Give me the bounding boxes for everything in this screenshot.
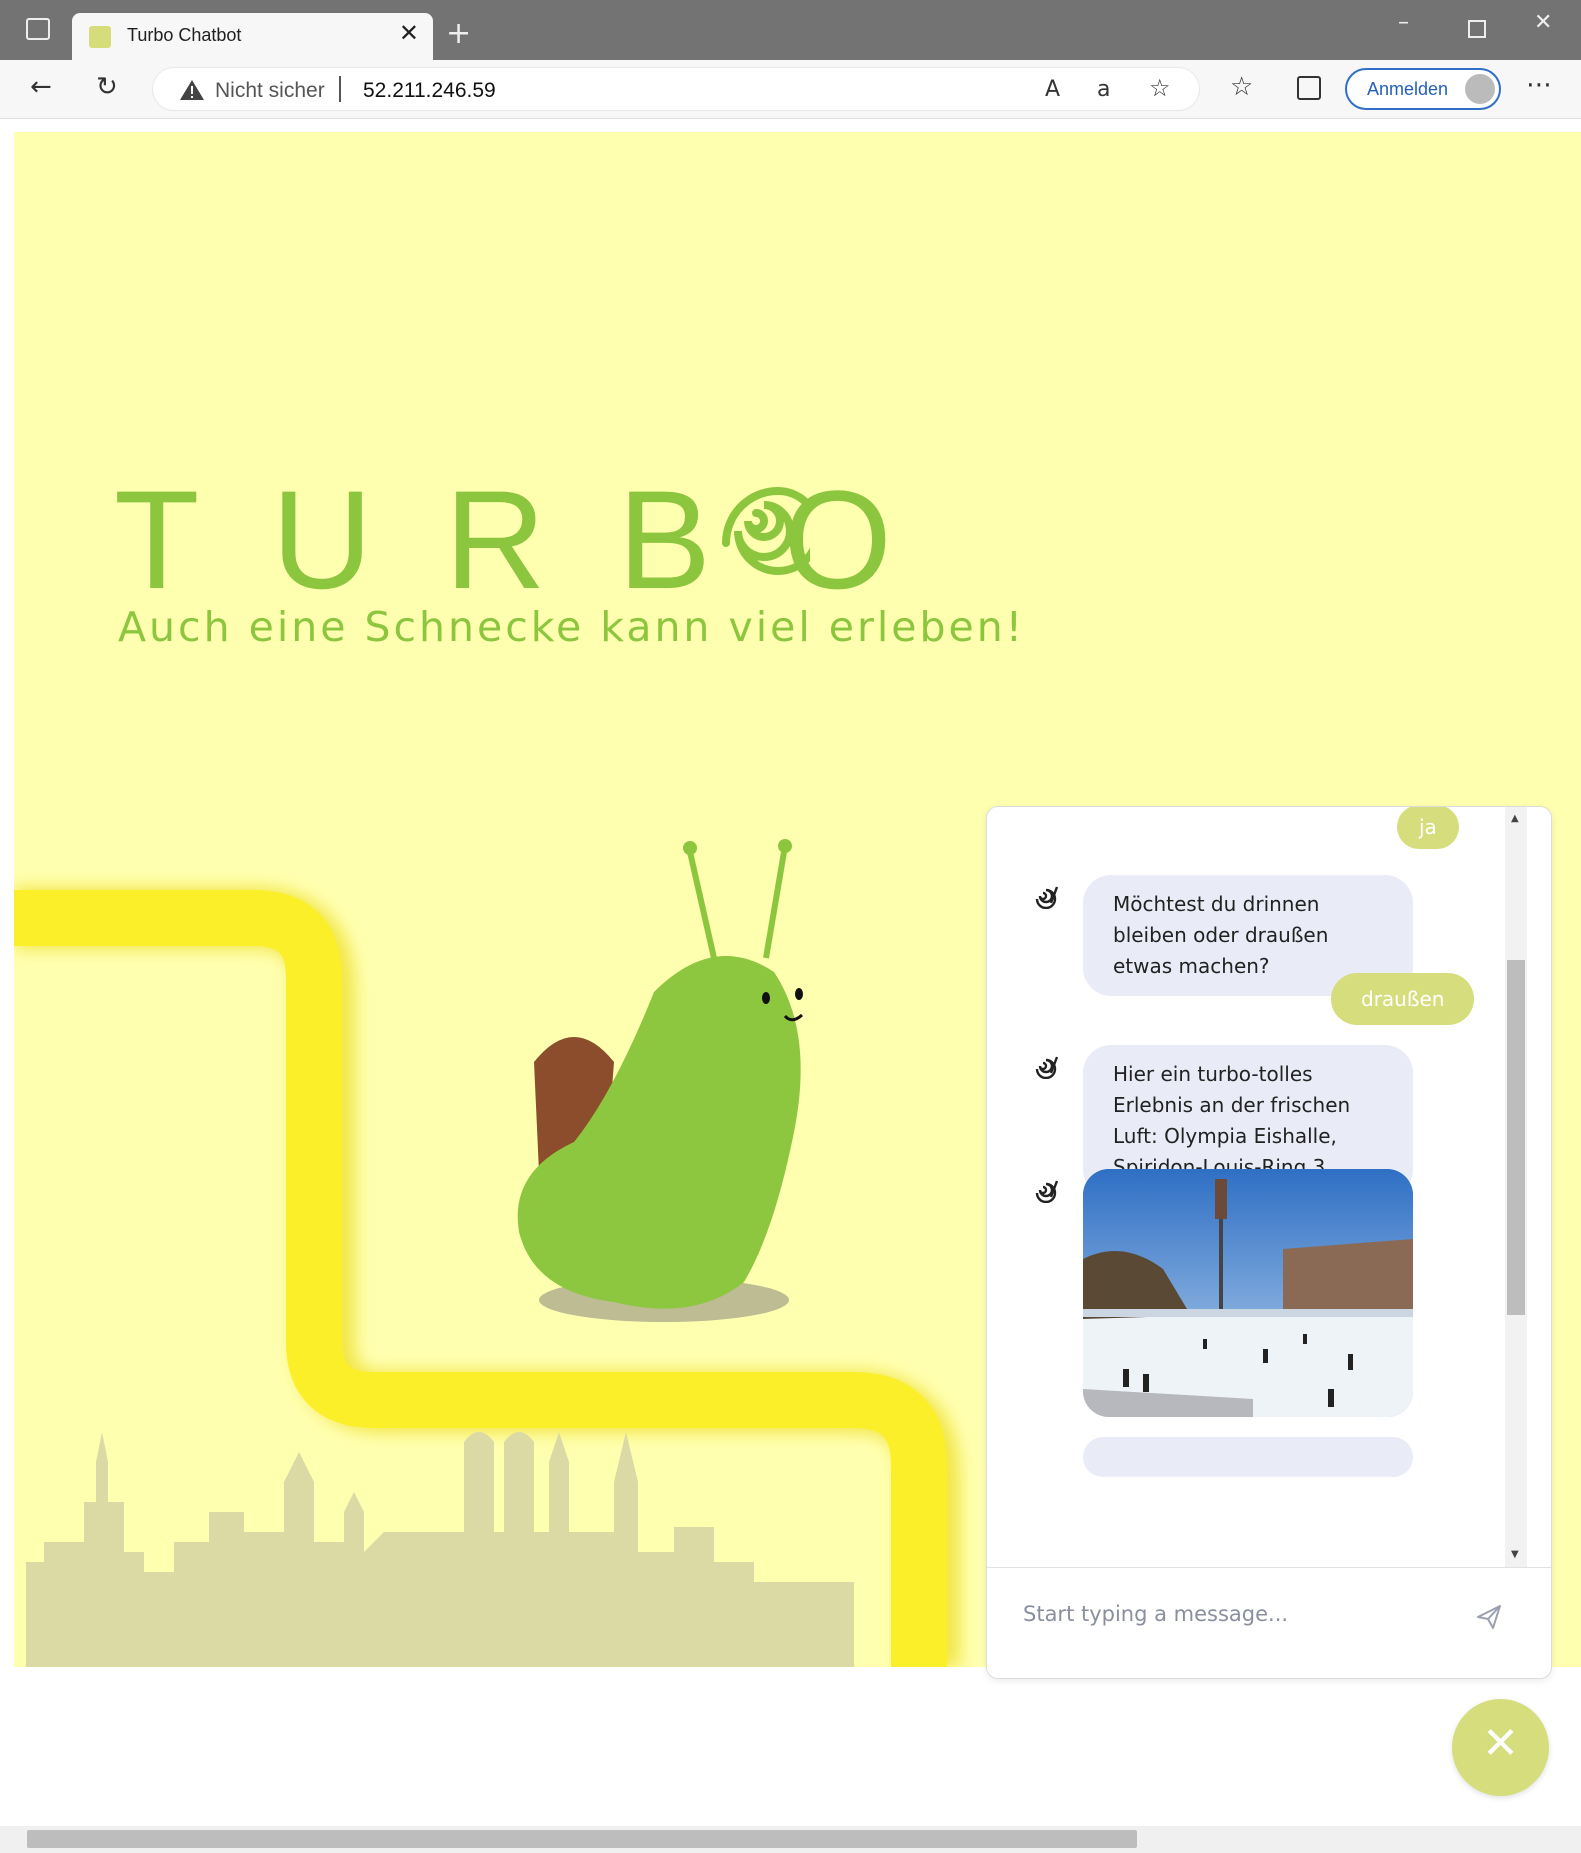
signin-button[interactable]: Anmelden xyxy=(1345,68,1501,110)
horizontal-scroll-thumb[interactable] xyxy=(27,1830,1137,1848)
browser-tab-bar: Turbo Chatbot ✕ + – ✕ xyxy=(0,0,1581,60)
minimize-icon[interactable]: – xyxy=(1398,10,1409,35)
chat-messages[interactable]: ja Möchtest du drinnen bleiben oder drau… xyxy=(987,807,1527,1567)
address-separator xyxy=(339,76,341,102)
user-message: draußen xyxy=(1331,973,1475,1025)
browser-toolbar: ← ↻ Nicht sicher 52.211.246.59 A a ☆ ☆ A… xyxy=(0,60,1581,119)
bot-avatar-icon xyxy=(1035,1180,1059,1203)
close-icon: ✕ xyxy=(1482,1718,1519,1769)
tab-close-icon[interactable]: ✕ xyxy=(399,21,419,45)
maximize-icon[interactable] xyxy=(1468,20,1486,38)
bot-message-partial xyxy=(1083,1437,1413,1477)
address-bar[interactable]: Nicht sicher 52.211.246.59 A a ☆ xyxy=(152,67,1200,111)
spiral-icon xyxy=(722,486,810,575)
browser-tab[interactable]: Turbo Chatbot ✕ xyxy=(72,13,433,60)
more-menu-icon[interactable]: ⋯ xyxy=(1526,72,1552,98)
window-close-icon[interactable]: ✕ xyxy=(1534,10,1552,35)
chat-close-button[interactable]: ✕ xyxy=(1452,1699,1549,1796)
send-icon[interactable] xyxy=(1475,1603,1503,1631)
bot-avatar-icon xyxy=(1035,1056,1059,1079)
avatar xyxy=(1465,74,1495,104)
back-icon[interactable]: ← xyxy=(30,74,52,100)
sidebar-toggle-icon[interactable] xyxy=(26,18,50,40)
ice-rink-photo[interactable] xyxy=(1083,1169,1413,1417)
chat-scroll-thumb[interactable] xyxy=(1507,960,1525,1315)
favorites-icon[interactable]: ☆ xyxy=(1230,74,1253,100)
scroll-down-arrow[interactable]: ▼ xyxy=(1511,1549,1519,1560)
ice-rink-image xyxy=(1083,1169,1413,1417)
message-input[interactable]: Start typing a message... xyxy=(1023,1602,1288,1626)
tab-favicon xyxy=(89,26,111,48)
scroll-up-arrow[interactable]: ▲ xyxy=(1511,813,1519,824)
bot-avatar-icon xyxy=(1035,886,1059,909)
collections-icon[interactable] xyxy=(1297,76,1321,100)
new-tab-icon[interactable]: + xyxy=(446,16,471,51)
translate-icon[interactable]: a xyxy=(1097,77,1110,103)
security-label[interactable]: Nicht sicher xyxy=(215,79,325,103)
chat-vertical-scrollbar[interactable]: ▲ ▼ xyxy=(1505,807,1527,1567)
add-favorite-icon[interactable]: ☆ xyxy=(1149,75,1171,101)
read-aloud-icon[interactable]: A xyxy=(1045,77,1060,103)
snail xyxy=(517,839,804,1309)
tab-title: Turbo Chatbot xyxy=(127,25,242,45)
warning-icon xyxy=(180,80,204,100)
chat-input-bar: Start typing a message... xyxy=(987,1567,1551,1678)
user-message: ja xyxy=(1397,807,1459,849)
reload-icon[interactable]: ↻ xyxy=(96,74,118,100)
city-skyline xyxy=(26,1432,854,1667)
logo-title: TURBO xyxy=(114,461,964,618)
url-text[interactable]: 52.211.246.59 xyxy=(363,79,496,103)
logo-tagline: Auch eine Schnecke kann viel erleben! xyxy=(118,603,1026,651)
chat-widget: ja Möchtest du drinnen bleiben oder drau… xyxy=(986,806,1552,1679)
signin-label: Anmelden xyxy=(1367,79,1449,99)
